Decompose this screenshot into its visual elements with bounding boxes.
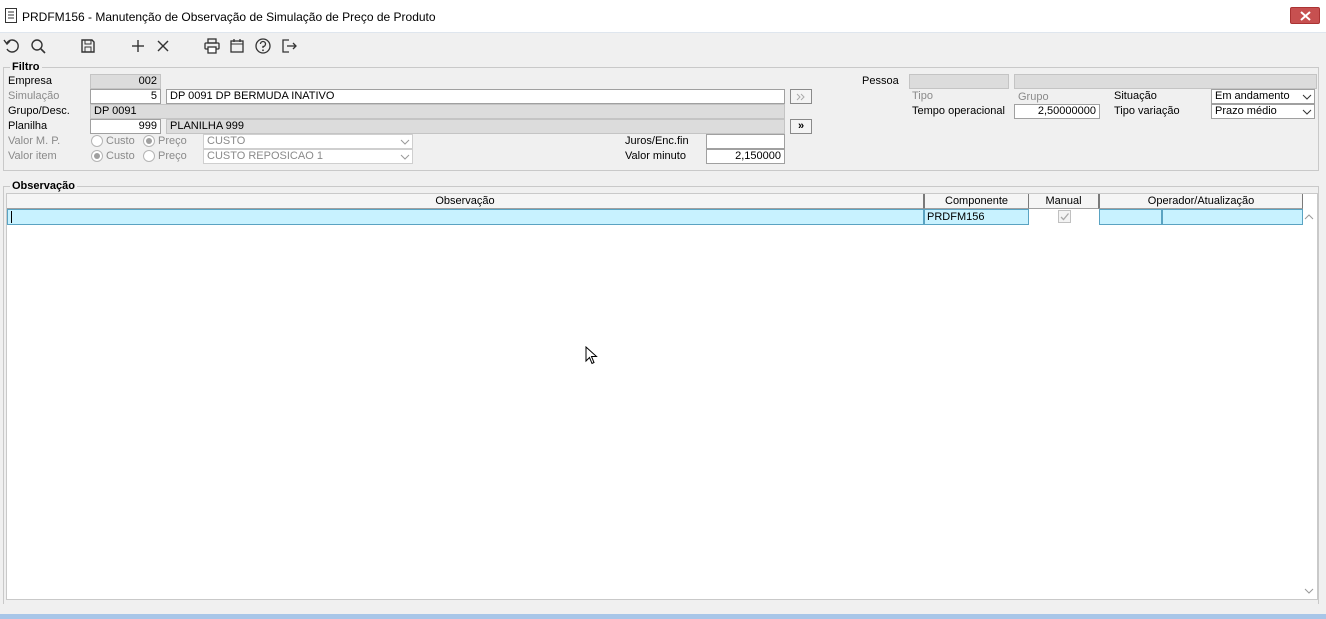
chevron-down-icon (400, 139, 410, 145)
empresa-field[interactable]: 002 (90, 74, 161, 89)
simulacao-lookup-button[interactable] (790, 89, 812, 104)
manual-checkbox[interactable] (1058, 210, 1071, 223)
calendar-icon (230, 39, 244, 53)
valor-item-label: Valor item (8, 150, 57, 162)
column-header-manual[interactable]: Manual (1029, 194, 1099, 209)
valor-minuto-field[interactable]: 2,150000 (706, 149, 785, 164)
valor-minuto-label: Valor minuto (625, 150, 686, 162)
help-button[interactable] (253, 36, 273, 56)
chevron-up-icon (1304, 214, 1314, 220)
valor-item-custo-radio[interactable] (91, 150, 103, 162)
chevron-down-icon (1302, 109, 1312, 115)
pessoa-code-field[interactable] (909, 74, 1009, 89)
window-bottom-border (0, 614, 1326, 619)
help-icon (255, 38, 271, 54)
print-icon (204, 38, 220, 54)
undo-icon (3, 39, 19, 53)
search-button[interactable] (28, 36, 48, 56)
vertical-scrollbar[interactable] (1301, 209, 1317, 599)
double-chevron-icon (796, 93, 805, 101)
valor-mp-preco-radio[interactable] (143, 135, 155, 147)
filtro-label: Filtro (10, 61, 42, 73)
valor-mp-preco-label: Preço (158, 135, 187, 147)
print-button[interactable] (202, 36, 222, 56)
exit-icon (282, 39, 297, 53)
tipo-label: Tipo (912, 90, 933, 102)
tipo-variacao-label: Tipo variação (1114, 105, 1180, 117)
valor-mp-select-value: CUSTO (207, 135, 246, 147)
grupo-field[interactable]: DP 0091 (90, 104, 785, 119)
title-bar: PRDFM156 - Manutenção de Observação de S… (0, 0, 1326, 33)
grupo-label: Grupo/Desc. (8, 105, 70, 117)
planilha-code-field[interactable]: 999 (90, 119, 161, 134)
text-caret (11, 211, 12, 224)
situacao-select-value: Em andamento (1215, 90, 1290, 102)
tipo-variacao-select[interactable]: Prazo médio (1211, 104, 1315, 119)
tempo-field[interactable]: 2,50000000 (1014, 104, 1100, 119)
mouse-cursor-icon (585, 346, 598, 365)
tipo-variacao-select-value: Prazo médio (1215, 105, 1277, 117)
grupo2-label: Grupo (1018, 91, 1049, 103)
atualizacao-cell[interactable] (1162, 209, 1303, 225)
simulacao-desc-field[interactable]: DP 0091 DP BERMUDA INATIVO (166, 89, 785, 104)
observacao-grid: Observação Componente Manual Operador/At… (6, 193, 1318, 600)
pessoa-desc-field[interactable] (1014, 74, 1317, 89)
add-button[interactable] (128, 36, 148, 56)
planilha-desc-field[interactable]: PLANILHA 999 (166, 119, 785, 134)
valor-mp-select[interactable]: CUSTO (203, 134, 413, 149)
situacao-select[interactable]: Em andamento (1211, 89, 1315, 104)
undo-button[interactable] (2, 36, 22, 56)
planilha-lookup-button[interactable]: » (790, 119, 812, 134)
valor-mp-label: Valor M. P. (8, 135, 61, 147)
column-header-componente[interactable]: Componente (924, 194, 1029, 209)
close-icon (1300, 11, 1311, 21)
valor-item-custo-label: Custo (106, 150, 135, 162)
save-icon (81, 39, 95, 53)
exit-button[interactable] (279, 36, 299, 56)
empresa-label: Empresa (8, 75, 53, 87)
juros-field[interactable] (706, 134, 785, 149)
tempo-label: Tempo operacional (912, 105, 1005, 117)
valor-item-preco-label: Preço (158, 150, 187, 162)
checkmark-icon (1060, 213, 1069, 221)
search-icon (31, 39, 46, 54)
valor-item-select-value: CUSTO REPOSICAO 1 (207, 150, 323, 162)
column-header-operador[interactable]: Operador/Atualização (1099, 194, 1303, 209)
valor-item-select[interactable]: CUSTO REPOSICAO 1 (203, 149, 413, 164)
delete-icon (157, 40, 169, 52)
valor-item-preco-radio[interactable] (143, 150, 155, 162)
delete-button[interactable] (153, 36, 173, 56)
simulacao-code-field[interactable]: 5 (90, 89, 161, 104)
close-button[interactable] (1290, 7, 1320, 24)
chevron-down-icon (1304, 588, 1314, 594)
chevron-down-icon (400, 154, 410, 160)
valor-mp-custo-label: Custo (106, 135, 135, 147)
pessoa-label: Pessoa (862, 75, 899, 87)
componente-cell[interactable]: PRDFM156 (924, 209, 1029, 225)
juros-label: Juros/Enc.fin (625, 135, 689, 147)
operador-cell[interactable] (1099, 209, 1162, 225)
toolbar (0, 33, 1326, 59)
planilha-label: Planilha (8, 120, 48, 132)
column-header-observacao[interactable]: Observação (7, 194, 924, 209)
calendar-button[interactable] (227, 36, 247, 56)
observacao-cell[interactable] (7, 209, 924, 225)
observacao-label: Observação (10, 180, 77, 192)
document-icon (5, 8, 17, 23)
add-icon (132, 40, 144, 52)
window-title: PRDFM156 - Manutenção de Observação de S… (22, 10, 436, 24)
save-button[interactable] (78, 36, 98, 56)
chevron-down-icon (1302, 94, 1312, 100)
situacao-label: Situação (1114, 90, 1157, 102)
valor-mp-custo-radio[interactable] (91, 135, 103, 147)
simulacao-label: Simulação (8, 90, 60, 102)
